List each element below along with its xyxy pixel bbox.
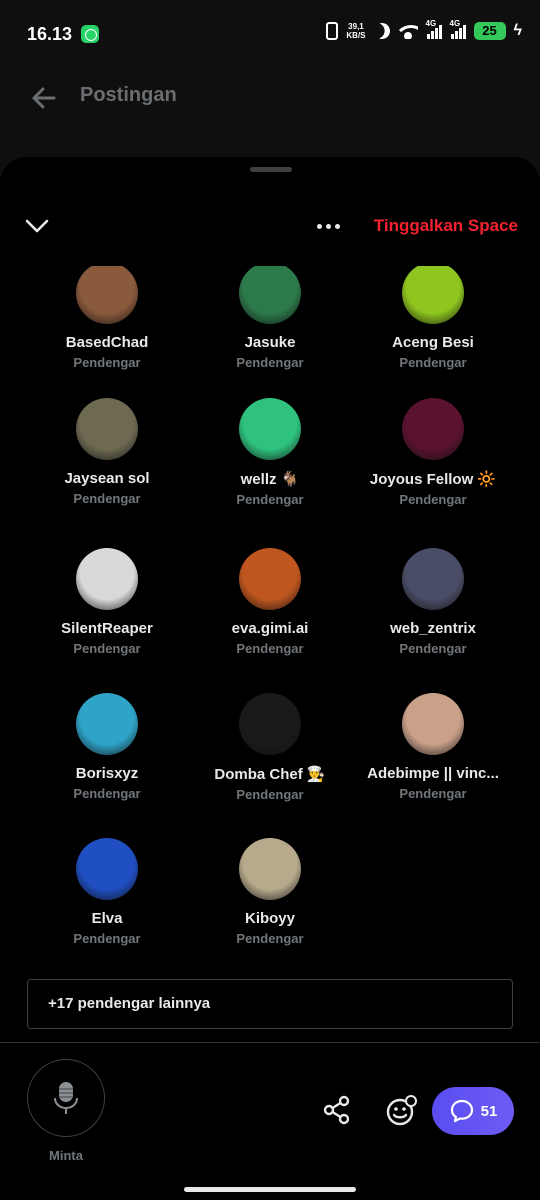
bottom-divider [0,1042,540,1043]
portrait-avatar [239,266,301,324]
listener-name: Jaysean sol [64,470,150,487]
whatsapp-icon [81,25,99,43]
battery-level: 25 [473,22,506,40]
listener-card[interactable]: Domba Chef 👨‍🍳 Pendengar [180,693,360,802]
listener-card[interactable]: wellz 🐐 Pendengar [180,398,360,507]
network-speed-unit: KB/S [346,31,366,40]
listener-role: Pendengar [236,355,304,370]
hat-avatar [402,548,464,610]
vibrate-icon [326,22,339,40]
listener-card[interactable]: SilentReaper Pendengar [17,548,197,656]
listener-name: Elva [91,910,123,927]
listener-role: Pendengar [399,355,467,370]
more-listeners-button[interactable]: +17 pendengar lainnya [27,979,513,1029]
listener-role: Pendengar [399,492,467,507]
listener-name: Kiboyy [244,910,295,927]
signal-icon-sim2: 4G [450,19,466,39]
listener-role: Pendengar [73,641,141,656]
portrait-avatar [76,266,138,324]
listener-role: Pendengar [399,641,467,656]
share-icon[interactable] [321,1094,353,1126]
logo-avatar [239,398,301,460]
listener-card[interactable]: Borisxyz Pendengar [17,693,197,801]
listener-name: Jasuke [244,334,296,351]
listener-role: Pendengar [236,931,304,946]
hamster-avatar [402,693,464,755]
pattern-avatar [402,398,464,460]
anime-avatar [76,548,138,610]
signal-icon-sim1: 4G [426,19,442,39]
sheet-grabber[interactable] [250,167,292,172]
chevron-down-icon[interactable] [22,213,52,239]
page-title: Postingan [80,84,177,106]
listener-role: Pendengar [399,786,467,801]
emoji-reaction-icon[interactable] [384,1094,418,1128]
listener-role: Pendengar [236,641,304,656]
listener-role: Pendengar [73,931,141,946]
listener-card[interactable]: Jasuke Pendengar [180,266,360,370]
chat-count: 51 [480,1102,498,1120]
dog-avatar [76,398,138,460]
listener-card[interactable]: eva.gimi.ai Pendengar [180,548,360,656]
hedgehog-avatar [76,838,138,900]
listener-grid: BasedChad Pendengar Jasuke Pendengar Ace… [0,266,540,956]
listener-name: Aceng Besi [392,334,474,351]
home-indicator[interactable] [184,1187,356,1192]
figure-avatar [239,693,301,755]
wifi-icon [397,23,418,39]
chat-bubble-icon [450,1099,473,1123]
listener-role: Pendengar [73,491,141,506]
sim2-network-label: 4G [449,19,461,28]
microphone-icon [54,1082,78,1114]
network-speed-value: 39,1 [348,22,364,31]
sim1-network-label: 4G [425,19,437,28]
back-arrow-icon[interactable] [28,82,60,114]
listener-role: Pendengar [236,492,304,507]
network-speed: 39,1 KB/S [346,22,365,40]
listener-role: Pendengar [73,786,141,801]
more-options-icon[interactable] [312,213,344,239]
portrait-avatar [239,548,301,610]
listener-name: Adebimpe || vinc... [367,765,499,782]
listener-card[interactable]: Joyous Fellow 🔆 Pendengar [343,398,523,507]
request-label: Minta [49,1148,83,1163]
listener-name: BasedChad [65,334,149,351]
listener-card[interactable]: BasedChad Pendengar [17,266,197,370]
listener-name: Domba Chef 👨‍🍳 [214,766,326,783]
request-mic-button[interactable] [27,1059,105,1137]
status-icons: 39,1 KB/S 4G 4G 25 ϟ [326,19,522,42]
listener-card[interactable]: Kiboyy Pendengar [180,838,360,946]
listener-role: Pendengar [73,355,141,370]
listener-card[interactable]: Aceng Besi Pendengar [343,266,523,370]
cartoon-avatar [76,693,138,755]
do-not-disturb-icon [371,21,392,42]
listener-card[interactable]: web_zentrix Pendengar [343,548,523,656]
listener-name: wellz 🐐 [240,471,300,488]
listener-card[interactable]: Elva Pendengar [17,838,197,946]
charging-icon: ϟ [513,22,522,39]
status-bar: 16.13 39,1 KB/S 4G 4G 25 ϟ [0,0,540,68]
listener-name: Joyous Fellow 🔆 [369,471,497,488]
listener-card[interactable]: Adebimpe || vinc... Pendengar [343,693,523,801]
listener-name: web_zentrix [390,620,476,637]
frog-avatar [402,266,464,324]
listener-name: eva.gimi.ai [231,620,309,637]
status-time: 16.13 [27,24,73,44]
listener-card[interactable]: Jaysean sol Pendengar [17,398,197,506]
chat-button[interactable]: 51 [432,1087,514,1135]
puppies-avatar [239,838,301,900]
listener-name: SilentReaper [61,620,153,637]
leave-space-button[interactable]: Tinggalkan Space [374,216,518,236]
listener-name: Borisxyz [75,765,139,782]
listener-role: Pendengar [236,787,304,802]
